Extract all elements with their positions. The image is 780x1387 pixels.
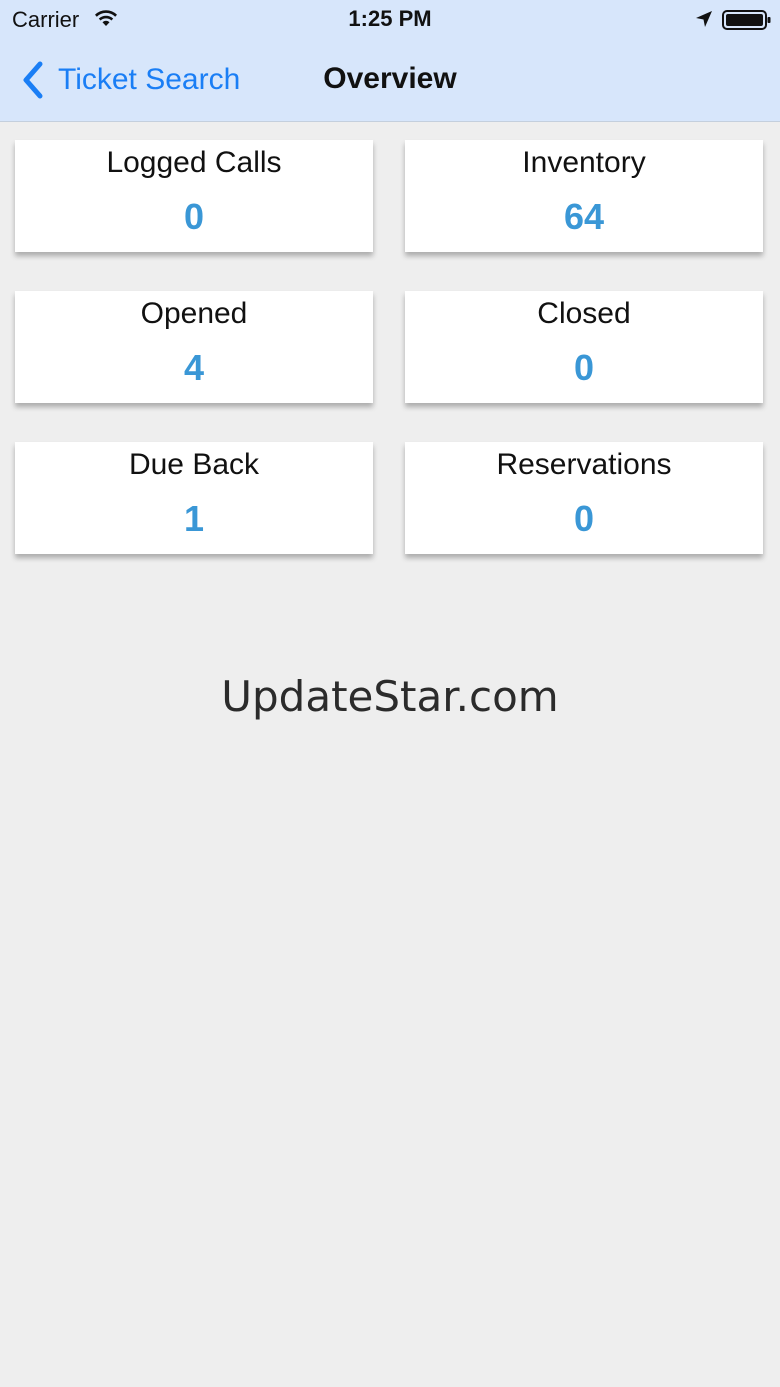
watermark: UpdateStar.com (221, 672, 559, 721)
card-due-back[interactable]: Due Back 1 (15, 442, 373, 554)
card-count: 0 (573, 347, 595, 388)
location-icon (696, 11, 712, 27)
card-label: Closed (537, 297, 631, 330)
card-count: 64 (563, 196, 605, 237)
card-label: Reservations (496, 448, 672, 481)
card-reservations[interactable]: Reservations 0 (405, 442, 763, 554)
card-logged-calls[interactable]: Logged Calls 0 (15, 140, 373, 252)
status-bar: Carrier 1:25 PM (0, 0, 780, 40)
battery-icon (722, 10, 771, 30)
card-label: Due Back (128, 448, 260, 481)
navigation-bar: Ticket Search Overview (0, 40, 780, 120)
page-title: Overview (323, 62, 457, 95)
card-count: 0 (573, 498, 595, 539)
card-opened[interactable]: Opened 4 (15, 291, 373, 403)
card-count: 1 (183, 498, 205, 539)
card-label: Inventory (522, 146, 646, 179)
clock: 1:25 PM (348, 6, 432, 31)
card-count: 0 (183, 196, 205, 237)
card-label: Logged Calls (106, 146, 282, 179)
card-count: 4 (183, 347, 205, 388)
card-inventory[interactable]: Inventory 64 (405, 140, 763, 252)
top-bar: Carrier 1:25 PM Ticket Search Overview (0, 0, 780, 122)
card-closed[interactable]: Closed 0 (405, 291, 763, 403)
card-label: Opened (140, 297, 248, 330)
